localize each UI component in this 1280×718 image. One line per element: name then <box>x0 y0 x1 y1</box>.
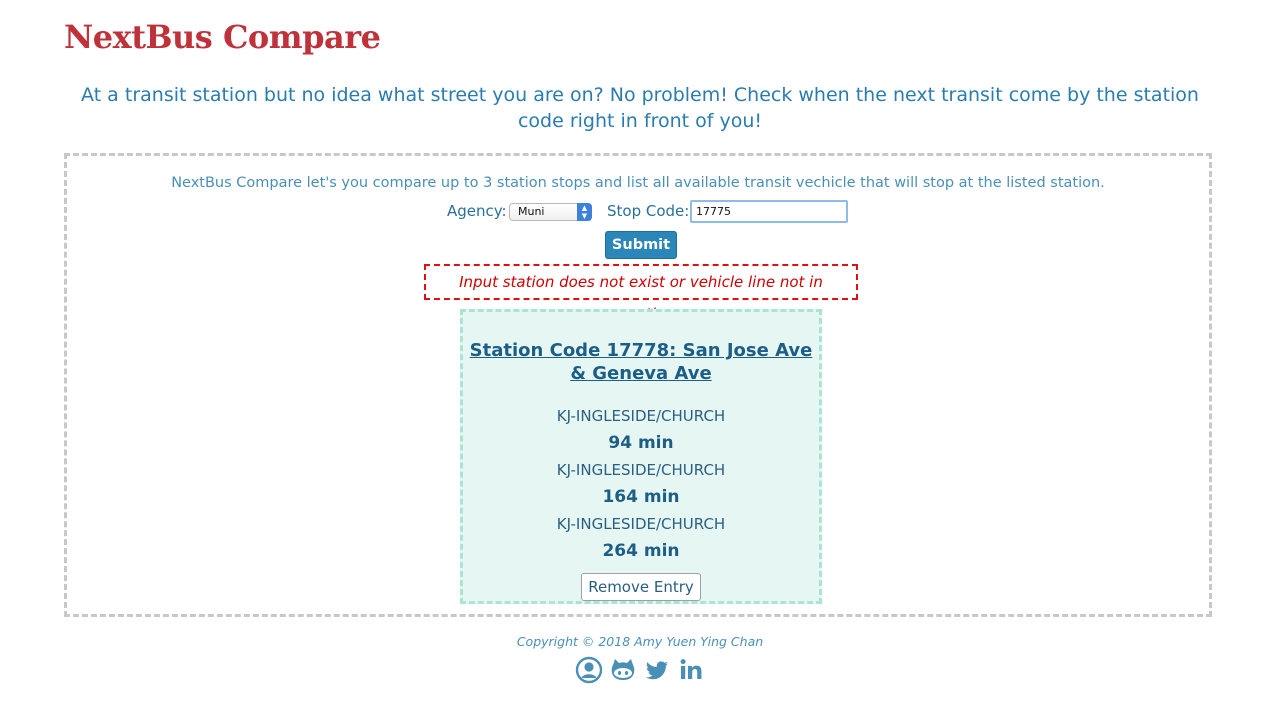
intro-text: NextBus Compare let's you compare up to … <box>171 175 1105 191</box>
copyright-text: Copyright © 2018 Amy Yuen Ying Chan <box>516 634 764 649</box>
github-icon <box>611 659 635 680</box>
station-title-link[interactable]: Station Code 17778: San Jose Ave & Genev… <box>469 339 813 385</box>
error-message: Input station does not exist or vehicle … <box>424 264 858 323</box>
arrival-time: 94 min <box>608 433 674 453</box>
arrival-time: 264 min <box>602 541 680 561</box>
route-name: KJ-INGLESIDE/CHURCH <box>556 515 726 533</box>
station-card: Station Code 17778: San Jose Ave & Genev… <box>460 309 822 604</box>
route-name: KJ-INGLESIDE/CHURCH <box>556 461 726 479</box>
search-form: Agency: Muni ▲ ▼ Stop Code: <box>67 200 1209 226</box>
arrival-list: KJ-INGLESIDE/CHURCH 94 min KJ-INGLESIDE/… <box>463 403 819 565</box>
agency-select[interactable]: Muni ▲ ▼ <box>509 203 592 221</box>
remove-entry-button[interactable]: Remove Entry <box>581 573 701 601</box>
linkedin-icon <box>680 659 702 679</box>
twitter-link[interactable] <box>643 656 671 684</box>
twitter-icon <box>645 661 669 680</box>
agency-selected-value: Muni <box>518 205 545 218</box>
route-name: KJ-INGLESIDE/CHURCH <box>556 407 726 425</box>
compare-panel: NextBus Compare let's you compare up to … <box>64 153 1212 617</box>
submit-button[interactable]: Submit <box>605 231 677 259</box>
arrival-time: 164 min <box>602 487 680 507</box>
stop-code-input[interactable] <box>690 200 848 223</box>
user-circle-icon <box>575 656 603 684</box>
stop-code-label: Stop Code: <box>607 202 690 220</box>
social-links <box>575 656 707 684</box>
tagline: At a transit station but no idea what st… <box>81 84 1199 132</box>
profile-link[interactable] <box>575 656 603 684</box>
agency-label: Agency: <box>447 202 507 220</box>
linkedin-link[interactable] <box>677 656 705 684</box>
app-title: NextBus Compare <box>64 18 381 56</box>
github-link[interactable] <box>609 656 637 684</box>
select-arrows-icon: ▲ ▼ <box>577 203 592 221</box>
